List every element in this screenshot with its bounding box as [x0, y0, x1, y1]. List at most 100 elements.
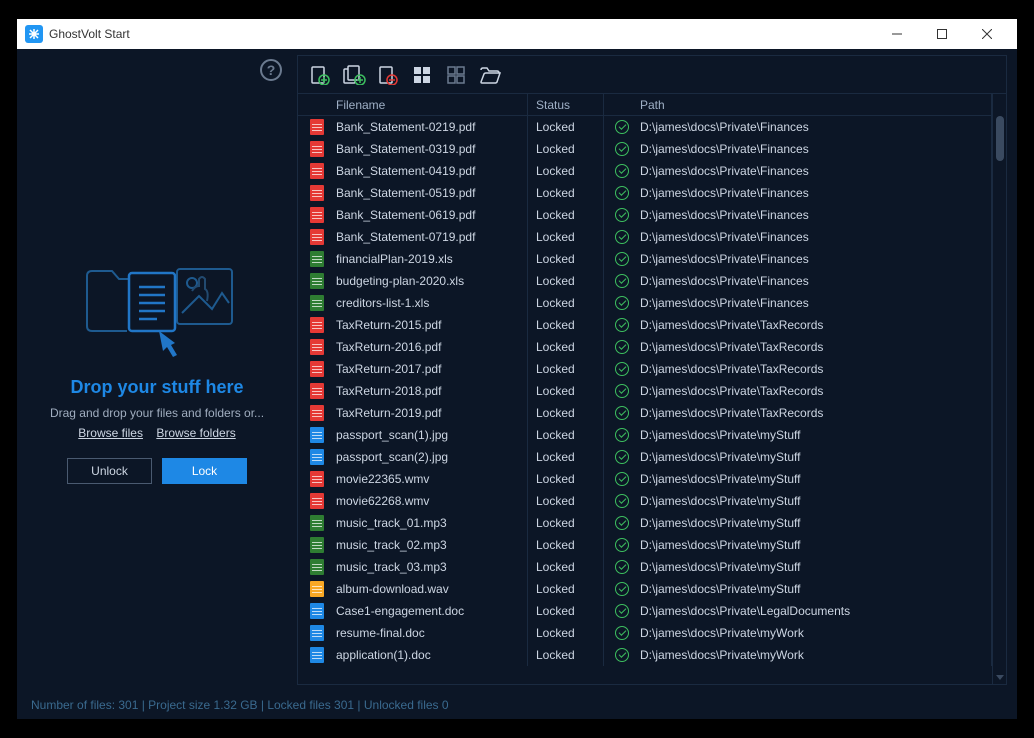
file-type-icon — [310, 603, 324, 619]
cell-path: D:\james\docs\Private\myStuff — [632, 578, 992, 600]
cell-status: Locked — [528, 490, 604, 512]
status-check-icon — [615, 274, 629, 288]
table-row[interactable]: Bank_Statement-0519.pdfLockedD:\james\do… — [298, 182, 992, 204]
lock-button[interactable]: Lock — [162, 458, 247, 484]
table-row[interactable]: passport_scan(2).jpgLockedD:\james\docs\… — [298, 446, 992, 468]
file-type-icon — [310, 295, 324, 311]
cell-status: Locked — [528, 248, 604, 270]
scroll-thumb[interactable] — [996, 116, 1004, 161]
cell-status: Locked — [528, 578, 604, 600]
cell-status: Locked — [528, 226, 604, 248]
cell-filename: TaxReturn-2015.pdf — [328, 314, 528, 336]
cell-filename: album-download.wav — [328, 578, 528, 600]
table-row[interactable]: Bank_Statement-0419.pdfLockedD:\james\do… — [298, 160, 992, 182]
cell-path: D:\james\docs\Private\myStuff — [632, 490, 992, 512]
cell-path: D:\james\docs\Private\myStuff — [632, 446, 992, 468]
file-type-icon — [310, 405, 324, 421]
file-type-icon — [310, 581, 324, 597]
open-folder-icon[interactable] — [478, 64, 502, 86]
file-type-icon — [310, 493, 324, 509]
cell-path: D:\james\docs\Private\Finances — [632, 138, 992, 160]
status-check-icon — [615, 626, 629, 640]
unlock-button[interactable]: Unlock — [67, 458, 152, 484]
cell-filename: Case1-engagement.doc — [328, 600, 528, 622]
column-path[interactable]: Path — [632, 94, 992, 115]
file-type-icon — [310, 273, 324, 289]
cell-filename: passport_scan(1).jpg — [328, 424, 528, 446]
table-row[interactable]: application(1).docLockedD:\james\docs\Pr… — [298, 644, 992, 666]
cell-path: D:\james\docs\Private\TaxRecords — [632, 314, 992, 336]
cell-filename: Bank_Statement-0419.pdf — [328, 160, 528, 182]
maximize-button[interactable] — [919, 19, 964, 49]
add-files-icon[interactable] — [342, 64, 366, 86]
cell-path: D:\james\docs\Private\Finances — [632, 116, 992, 138]
table-row[interactable]: Bank_Statement-0319.pdfLockedD:\james\do… — [298, 138, 992, 160]
file-type-icon — [310, 427, 324, 443]
status-check-icon — [615, 450, 629, 464]
table-row[interactable]: album-download.wavLocked D:\james\docs\Pr… — [298, 578, 992, 600]
table-row[interactable]: music_track_03.mp3LockedD:\james\docs\Pr… — [298, 556, 992, 578]
table-row[interactable]: movie62268.wmvLocked D:\james\docs\Privat… — [298, 490, 992, 512]
table-row[interactable]: Bank_Statement-0719.pdfLockedD:\james\do… — [298, 226, 992, 248]
table-row[interactable]: Case1-engagement.docLockedD:\james\docs\… — [298, 600, 992, 622]
cell-path: D:\james\docs\Private\TaxRecords — [632, 358, 992, 380]
cell-status: Locked — [528, 512, 604, 534]
cell-status: Locked — [528, 336, 604, 358]
table-row[interactable]: TaxReturn-2016.pdfLockedD:\james\docs\Pr… — [298, 336, 992, 358]
file-type-icon — [310, 361, 324, 377]
cell-status: Locked — [528, 534, 604, 556]
table-row[interactable]: movie22365.wmvLockedD:\james\docs\Privat… — [298, 468, 992, 490]
cell-path: D:\james\docs\Private\Finances — [632, 226, 992, 248]
file-type-icon — [310, 449, 324, 465]
table-row[interactable]: music_track_01.mp3LockedD:\james\docs\Pr… — [298, 512, 992, 534]
table-row[interactable]: TaxReturn-2017.pdfLockedD:\james\docs\Pr… — [298, 358, 992, 380]
status-check-icon — [615, 538, 629, 552]
vertical-scrollbar[interactable] — [992, 94, 1006, 684]
status-check-icon — [615, 120, 629, 134]
status-check-icon — [615, 604, 629, 618]
close-button[interactable] — [964, 19, 1009, 49]
scroll-down-icon[interactable] — [996, 675, 1004, 680]
table-row[interactable]: TaxReturn-2019.pdfLockedD:\james\docs\Pr… — [298, 402, 992, 424]
column-filename[interactable]: Filename — [328, 94, 528, 115]
cell-path: D:\james\docs\Private\TaxRecords — [632, 380, 992, 402]
table-row[interactable]: resume-final.docLockedD:\james\docs\Priv… — [298, 622, 992, 644]
cell-path: D:\james\docs\Private\myWork — [632, 644, 992, 666]
browse-files-link[interactable]: Browse files — [78, 426, 143, 440]
help-icon[interactable]: ? — [260, 59, 282, 81]
cell-filename: movie62268.wmv — [328, 490, 528, 512]
cell-status: Locked — [528, 270, 604, 292]
status-check-icon — [615, 384, 629, 398]
table-row[interactable]: Bank_Statement-0619.pdfLockedD:\james\do… — [298, 204, 992, 226]
cell-filename: TaxReturn-2019.pdf — [328, 402, 528, 424]
table-row[interactable]: creditors-list-1.xlsLockedD:\james\docs\… — [298, 292, 992, 314]
column-status[interactable]: Status — [528, 94, 604, 115]
table-row[interactable]: budgeting-plan-2020.xlsLockedD:\james\do… — [298, 270, 992, 292]
cell-path: D:\james\docs\Private\LegalDocuments — [632, 600, 992, 622]
status-check-icon — [615, 494, 629, 508]
table-row[interactable]: financialPlan-2019.xlsLockedD:\james\doc… — [298, 248, 992, 270]
grid-large-icon[interactable] — [410, 64, 434, 86]
file-type-icon — [310, 515, 324, 531]
table-row[interactable]: Bank_Statement-0219.pdfLockedD:\james\do… — [298, 116, 992, 138]
minimize-button[interactable] — [874, 19, 919, 49]
table-row[interactable]: music_track_02.mp3LockedD:\james\docs\Pr… — [298, 534, 992, 556]
table-row[interactable]: passport_scan(1).jpgLockedD:\james\docs\… — [298, 424, 992, 446]
file-panel: Filename Status Path Bank_Statement-0219… — [297, 55, 1007, 685]
file-type-icon — [310, 141, 324, 157]
app-icon — [25, 25, 43, 43]
table-row[interactable]: TaxReturn-2018.pdfLockedD:\james\docs\Pr… — [298, 380, 992, 402]
remove-file-icon[interactable] — [376, 64, 400, 86]
browse-folders-link[interactable]: Browse folders — [156, 426, 235, 440]
cell-filename: music_track_03.mp3 — [328, 556, 528, 578]
cell-filename: Bank_Statement-0219.pdf — [328, 116, 528, 138]
add-file-icon[interactable] — [308, 64, 332, 86]
cell-path: D:\james\docs\Private\Finances — [632, 292, 992, 314]
cell-filename: budgeting-plan-2020.xls — [328, 270, 528, 292]
file-type-icon — [310, 251, 324, 267]
status-check-icon — [615, 186, 629, 200]
drop-subtitle: Drag and drop your files and folders or.… — [50, 406, 264, 420]
status-check-icon — [615, 208, 629, 222]
grid-small-icon[interactable] — [444, 64, 468, 86]
table-row[interactable]: TaxReturn-2015.pdfLockedD:\james\docs\Pr… — [298, 314, 992, 336]
